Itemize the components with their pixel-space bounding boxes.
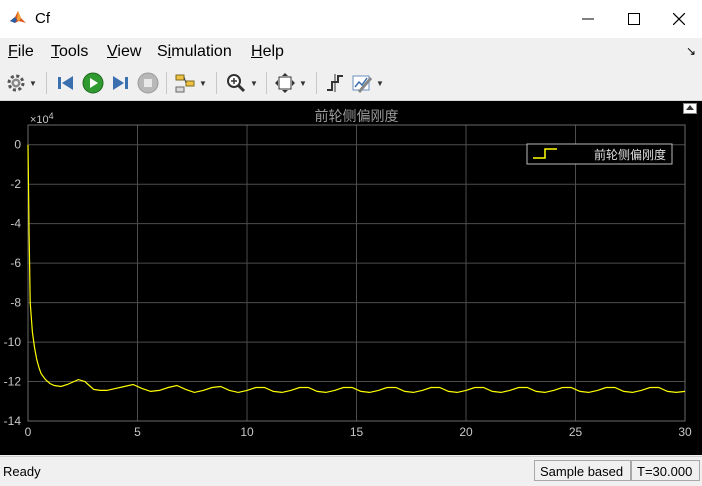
chart-title: 前轮侧偏刚度 — [315, 108, 399, 125]
y-tick-label: -12 — [4, 375, 22, 389]
y-tick-label: -4 — [10, 217, 21, 231]
line-chart: 0 5 10 15 20 25 30 0 -2 -4 -6 -8 -10 -12 -14 ×104 前轮侧偏刚度… — [4, 108, 692, 439]
dock-arrow-icon[interactable]: ↘ — [686, 44, 696, 58]
scope-plot-area: 0 5 10 15 20 25 30 0 -2 -4 -6 -8 -10 -12 -14 ×104 前轮侧偏刚度… — [0, 101, 702, 455]
highlight-button[interactable]: ▼ — [174, 71, 207, 95]
maximize-icon — [628, 13, 640, 25]
cursor-measure-button[interactable] — [324, 71, 346, 95]
cursor-measure-icon — [327, 74, 343, 92]
zoom-button[interactable]: ▼ — [225, 71, 258, 95]
matlab-logo-icon — [9, 9, 27, 27]
y-tick-label: -2 — [10, 177, 21, 191]
run-button[interactable] — [82, 71, 104, 95]
y-tick-label: 0 — [14, 138, 21, 152]
y-tick-label: -8 — [10, 296, 21, 310]
x-tick-label: 10 — [240, 425, 254, 439]
style-button[interactable]: ▼ — [351, 71, 384, 95]
status-bar: Ready Sample based T=30.000 — [0, 456, 702, 486]
x-tick-label: 15 — [350, 425, 364, 439]
legend-entry: 前轮侧偏刚度 — [594, 147, 666, 162]
x-tick-label: 5 — [134, 425, 141, 439]
maximize-button[interactable] — [611, 0, 657, 38]
x-tick-label: 30 — [678, 425, 692, 439]
sample-mode: Sample based — [534, 460, 631, 481]
menu-bar: File Tools View Simulation Help — [0, 38, 702, 66]
y-exponent-power: 4 — [49, 111, 54, 121]
menu-view[interactable]: View — [107, 43, 141, 61]
menu-file[interactable]: File — [8, 43, 34, 61]
close-button[interactable] — [656, 0, 702, 38]
fit-icon — [275, 73, 295, 93]
stop-icon — [137, 72, 159, 94]
grid — [28, 125, 685, 422]
x-tick-label: 20 — [459, 425, 473, 439]
menu-simulation[interactable]: Simulation — [157, 43, 232, 61]
text-layer: 0 5 10 15 20 25 30 0 -2 -4 -6 -8 -10 -12 -14 ×104 前轮侧偏刚度… — [4, 108, 692, 439]
stop-button[interactable] — [137, 71, 159, 95]
x-tick-label: 25 — [569, 425, 583, 439]
settings-button[interactable]: ▼ — [6, 71, 37, 95]
menu-help[interactable]: Help — [251, 43, 284, 61]
step-forward-icon — [113, 76, 128, 90]
window-title: Cf — [35, 10, 50, 27]
minimize-icon — [582, 18, 594, 20]
menu-tools[interactable]: Tools — [51, 43, 88, 61]
y-tick-label: -14 — [4, 414, 22, 428]
y-tick-label: -10 — [4, 335, 22, 349]
undock-icon[interactable] — [683, 103, 697, 114]
highlight-icon — [175, 74, 195, 93]
step-back-button[interactable] — [55, 71, 77, 95]
minimize-button[interactable] — [565, 0, 611, 38]
close-icon — [673, 13, 685, 25]
x-tick-label: 0 — [25, 425, 32, 439]
sim-time: T=30.000 — [631, 460, 700, 481]
gear-icon — [7, 74, 25, 92]
fit-to-view-button[interactable]: ▼ — [274, 71, 307, 95]
style-icon — [352, 75, 373, 93]
status-text: Ready — [3, 464, 41, 479]
title-bar: Cf — [0, 0, 702, 38]
y-exponent-label: ×104 — [30, 111, 54, 126]
toolbar: ▼ ▼ ▼ ▼ ▼ — [0, 66, 702, 101]
step-forward-button[interactable] — [109, 71, 131, 95]
y-tick-label: -6 — [10, 256, 21, 270]
run-icon — [82, 72, 104, 94]
step-back-icon — [58, 76, 73, 90]
legend: 前轮侧偏刚度 — [526, 143, 673, 165]
zoom-icon — [227, 74, 246, 93]
